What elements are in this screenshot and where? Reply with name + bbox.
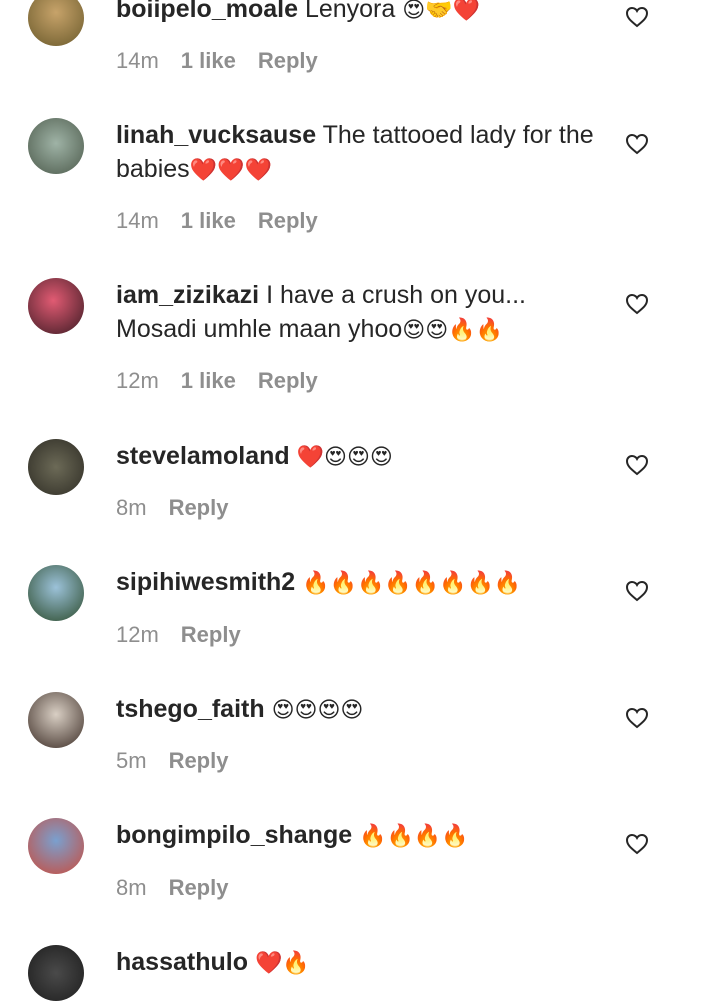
heart-outline-icon[interactable] — [625, 833, 649, 855]
comment-emojis: ❤️❤️❤️ — [189, 158, 272, 183]
heart-outline-icon[interactable] — [625, 454, 649, 476]
comment-emojis: ❤️😍😍😍 — [296, 445, 393, 470]
reply-button[interactable]: Reply — [169, 748, 229, 774]
avatar[interactable] — [28, 692, 84, 748]
comment-text: bongimpilo_shange 🔥🔥🔥🔥 — [116, 818, 596, 854]
like-count[interactable]: 1 like — [181, 48, 236, 74]
reply-button[interactable]: Reply — [181, 622, 241, 648]
comment-meta: 8m Reply — [116, 875, 228, 901]
heart-outline-icon[interactable] — [625, 6, 649, 28]
reply-button[interactable]: Reply — [169, 495, 229, 521]
comment-emojis: 😍😍😍😍 — [271, 698, 364, 723]
timestamp: 12m — [116, 622, 159, 647]
avatar[interactable] — [28, 278, 84, 334]
comment-meta: 8m Reply — [116, 495, 228, 521]
comment-emojis: 🔥🔥🔥🔥🔥🔥🔥🔥 — [302, 571, 522, 596]
heart-outline-icon[interactable] — [625, 293, 649, 315]
username[interactable]: iam_zizikazi — [116, 281, 259, 309]
reply-button[interactable]: Reply — [258, 208, 318, 234]
comment-text: hassathulo ❤️🔥 — [116, 945, 596, 981]
avatar[interactable] — [28, 0, 84, 46]
timestamp: 14m — [116, 48, 159, 73]
avatar[interactable] — [28, 118, 84, 174]
avatar[interactable] — [28, 818, 84, 874]
username[interactable]: hassathulo — [116, 948, 248, 976]
reply-button[interactable]: Reply — [169, 875, 229, 901]
comment-text: sipihiwesmith2 🔥🔥🔥🔥🔥🔥🔥🔥 — [116, 565, 596, 601]
username[interactable]: bongimpilo_shange — [116, 821, 352, 849]
comment-emojis: 🔥🔥🔥🔥 — [359, 824, 469, 849]
comment-text: boiipelo_moale Lenyora 😍🤝❤️ — [116, 0, 596, 28]
username[interactable]: linah_vucksause — [116, 121, 316, 149]
comment-emojis: ❤️🔥 — [254, 951, 310, 976]
comment-emojis: 😍😍🔥🔥 — [402, 318, 503, 343]
reply-button[interactable]: Reply — [258, 48, 318, 74]
comment-meta: 5m Reply — [116, 748, 228, 774]
comment-body: Lenyora — [304, 0, 396, 23]
avatar[interactable] — [28, 945, 84, 1001]
heart-outline-icon[interactable] — [625, 580, 649, 602]
comment-text: iam_zizikazi I have a crush on you... Mo… — [116, 278, 596, 348]
timestamp: 8m — [116, 875, 147, 900]
avatar[interactable] — [28, 439, 84, 495]
username[interactable]: stevelamoland — [116, 442, 290, 470]
username[interactable]: sipihiwesmith2 — [116, 568, 295, 596]
reply-button[interactable]: Reply — [258, 368, 318, 394]
comment-meta: 14m 1 like Reply — [116, 208, 318, 234]
comment-text: stevelamoland ❤️😍😍😍 — [116, 439, 596, 475]
username[interactable]: tshego_faith — [116, 695, 265, 723]
username[interactable]: boiipelo_moale — [116, 0, 298, 23]
timestamp: 12m — [116, 368, 159, 393]
timestamp: 5m — [116, 748, 147, 773]
comment-meta: 14m 1 like Reply — [116, 48, 318, 74]
avatar[interactable] — [28, 565, 84, 621]
heart-outline-icon[interactable] — [625, 133, 649, 155]
timestamp: 8m — [116, 495, 147, 520]
like-count[interactable]: 1 like — [181, 368, 236, 394]
comment-meta: 12m Reply — [116, 622, 241, 648]
comment-meta: 12m 1 like Reply — [116, 368, 318, 394]
like-count[interactable]: 1 like — [181, 208, 236, 234]
comment-emojis: 😍🤝❤️ — [402, 0, 480, 23]
comment-text: linah_vucksause The tattooed lady for th… — [116, 118, 596, 188]
heart-outline-icon[interactable] — [625, 707, 649, 729]
timestamp: 14m — [116, 208, 159, 233]
comment-text: tshego_faith 😍😍😍😍 — [116, 692, 596, 728]
